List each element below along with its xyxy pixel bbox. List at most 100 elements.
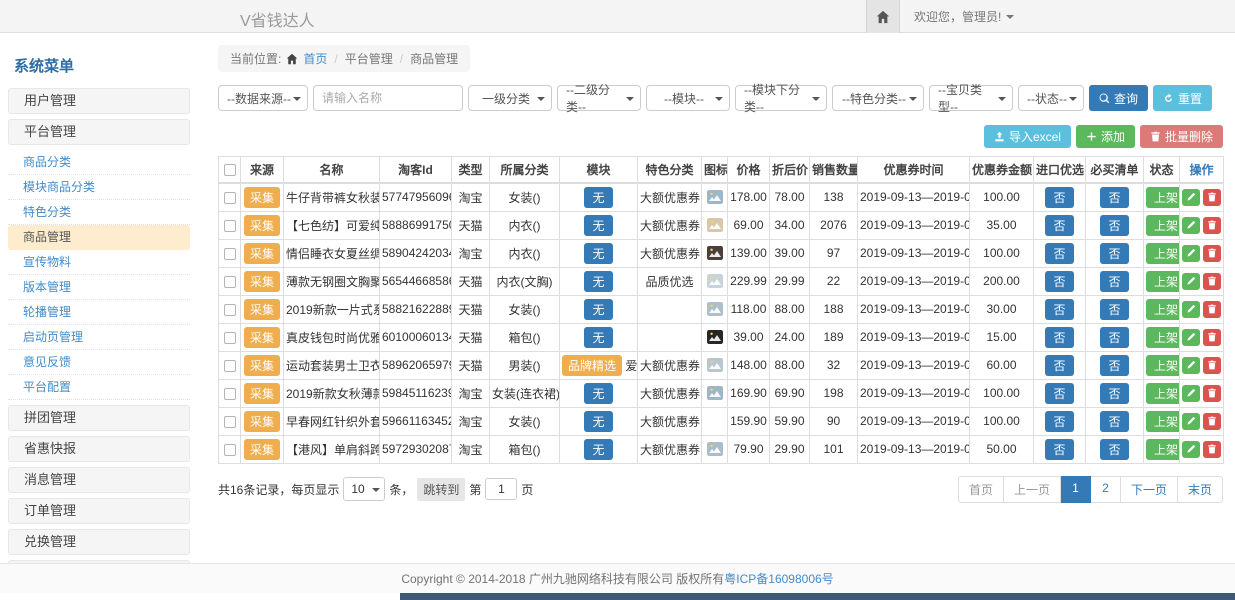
module-none-button[interactable]: 无 bbox=[584, 411, 612, 432]
home-button[interactable] bbox=[866, 0, 900, 33]
edit-button[interactable] bbox=[1182, 413, 1200, 430]
import-select-toggle[interactable]: 否 bbox=[1045, 411, 1073, 432]
module-none-button[interactable]: 无 bbox=[584, 271, 612, 292]
filter-select-模块下分类[interactable]: --模块下分类-- bbox=[735, 85, 827, 111]
row-checkbox[interactable] bbox=[224, 276, 236, 288]
row-checkbox[interactable] bbox=[224, 332, 236, 344]
delete-button[interactable] bbox=[1203, 441, 1221, 458]
status-button[interactable]: 上架 bbox=[1146, 243, 1180, 264]
import-select-toggle[interactable]: 否 bbox=[1045, 243, 1073, 264]
delete-button[interactable] bbox=[1203, 385, 1221, 402]
import-select-toggle[interactable]: 否 bbox=[1045, 215, 1073, 236]
page-button-首页[interactable]: 首页 bbox=[958, 476, 1004, 503]
delete-button[interactable] bbox=[1203, 301, 1221, 318]
search-button[interactable]: 查询 bbox=[1089, 85, 1148, 111]
edit-button[interactable] bbox=[1182, 245, 1200, 262]
import-select-toggle[interactable]: 否 bbox=[1045, 327, 1073, 348]
sidebar-item-省惠快报[interactable]: 省惠快报 bbox=[8, 436, 190, 462]
delete-button[interactable] bbox=[1203, 273, 1221, 290]
filter-select-特色分类[interactable]: --特色分类-- bbox=[832, 85, 924, 111]
delete-button[interactable] bbox=[1203, 217, 1221, 234]
sidebar-item-平台管理[interactable]: 平台管理 bbox=[8, 119, 190, 145]
row-checkbox[interactable] bbox=[224, 416, 236, 428]
filter-select-宝贝类型[interactable]: --宝贝类型-- bbox=[929, 85, 1013, 111]
import-select-toggle[interactable]: 否 bbox=[1045, 271, 1073, 292]
status-button[interactable]: 上架 bbox=[1146, 299, 1180, 320]
must-buy-toggle[interactable]: 否 bbox=[1100, 383, 1128, 404]
edit-button[interactable] bbox=[1182, 217, 1200, 234]
edit-button[interactable] bbox=[1182, 357, 1200, 374]
must-buy-toggle[interactable]: 否 bbox=[1100, 215, 1128, 236]
status-button[interactable]: 上架 bbox=[1146, 327, 1180, 348]
filter-select-模块[interactable]: --模块-- bbox=[646, 85, 730, 111]
sidebar-item-拼团管理[interactable]: 拼团管理 bbox=[8, 405, 190, 431]
import-select-toggle[interactable]: 否 bbox=[1045, 383, 1073, 404]
row-checkbox[interactable] bbox=[224, 360, 236, 372]
filter-select-状态[interactable]: --状态-- bbox=[1018, 85, 1084, 111]
reset-button[interactable]: 重置 bbox=[1153, 85, 1212, 111]
must-buy-toggle[interactable]: 否 bbox=[1100, 411, 1128, 432]
page-button-下一页[interactable]: 下一页 bbox=[1121, 476, 1178, 503]
sidebar-item-兑换管理[interactable]: 兑换管理 bbox=[8, 529, 190, 555]
filter-select-数据来源[interactable]: --数据来源-- bbox=[218, 85, 308, 111]
delete-button[interactable] bbox=[1203, 189, 1221, 206]
must-buy-toggle[interactable]: 否 bbox=[1100, 271, 1128, 292]
must-buy-toggle[interactable]: 否 bbox=[1100, 439, 1128, 460]
must-buy-toggle[interactable]: 否 bbox=[1100, 187, 1128, 208]
status-button[interactable]: 上架 bbox=[1146, 439, 1180, 460]
sidebar-item-模块商品分类[interactable]: 模块商品分类 bbox=[8, 175, 190, 200]
edit-button[interactable] bbox=[1182, 301, 1200, 318]
sidebar-item-商品分类[interactable]: 商品分类 bbox=[8, 150, 190, 175]
edit-button[interactable] bbox=[1182, 273, 1200, 290]
sidebar-item-宣传物料[interactable]: 宣传物料 bbox=[8, 250, 190, 275]
sidebar-item-启动页管理[interactable]: 启动页管理 bbox=[8, 325, 190, 350]
row-checkbox[interactable] bbox=[224, 444, 236, 456]
sidebar-item-轮播管理[interactable]: 轮播管理 bbox=[8, 300, 190, 325]
filter-select-二级分类[interactable]: --二级分类-- bbox=[557, 85, 641, 111]
delete-button[interactable] bbox=[1203, 357, 1221, 374]
must-buy-toggle[interactable]: 否 bbox=[1100, 327, 1128, 348]
sidebar-item-平台配置[interactable]: 平台配置 bbox=[8, 375, 190, 400]
sidebar-item-版本管理[interactable]: 版本管理 bbox=[8, 275, 190, 300]
edit-button[interactable] bbox=[1182, 329, 1200, 346]
add-button[interactable]: 添加 bbox=[1076, 125, 1135, 148]
delete-button[interactable] bbox=[1203, 413, 1221, 430]
must-buy-toggle[interactable]: 否 bbox=[1100, 299, 1128, 320]
delete-button[interactable] bbox=[1203, 329, 1221, 346]
module-none-button[interactable]: 无 bbox=[584, 439, 612, 460]
status-button[interactable]: 上架 bbox=[1146, 383, 1180, 404]
module-none-button[interactable]: 无 bbox=[584, 243, 612, 264]
sidebar-item-用户管理[interactable]: 用户管理 bbox=[8, 88, 190, 114]
module-none-button[interactable]: 无 bbox=[584, 215, 612, 236]
status-button[interactable]: 上架 bbox=[1146, 187, 1180, 208]
status-button[interactable]: 上架 bbox=[1146, 215, 1180, 236]
select-all-checkbox[interactable] bbox=[224, 164, 236, 176]
row-checkbox[interactable] bbox=[224, 248, 236, 260]
sidebar-item-消息管理[interactable]: 消息管理 bbox=[8, 467, 190, 493]
module-none-button[interactable]: 无 bbox=[584, 383, 612, 404]
must-buy-toggle[interactable]: 否 bbox=[1100, 243, 1128, 264]
import-select-toggle[interactable]: 否 bbox=[1045, 187, 1073, 208]
row-checkbox[interactable] bbox=[224, 304, 236, 316]
icp-link[interactable]: 粤ICP备16098006号 bbox=[724, 570, 833, 587]
row-checkbox[interactable] bbox=[224, 388, 236, 400]
sidebar-item-商品管理[interactable]: 商品管理 bbox=[8, 225, 190, 250]
module-none-button[interactable]: 无 bbox=[584, 299, 612, 320]
status-button[interactable]: 上架 bbox=[1146, 355, 1180, 376]
edit-button[interactable] bbox=[1182, 385, 1200, 402]
module-none-button[interactable]: 无 bbox=[584, 327, 612, 348]
batch-delete-button[interactable]: 批量删除 bbox=[1140, 125, 1223, 148]
per-page-select[interactable]: 10 bbox=[343, 477, 385, 501]
edit-button[interactable] bbox=[1182, 189, 1200, 206]
import-select-toggle[interactable]: 否 bbox=[1045, 299, 1073, 320]
module-none-button[interactable]: 无 bbox=[584, 187, 612, 208]
edit-button[interactable] bbox=[1182, 441, 1200, 458]
user-menu[interactable]: 欢迎您，管理员! bbox=[900, 0, 1014, 33]
import-select-toggle[interactable]: 否 bbox=[1045, 439, 1073, 460]
name-search-input[interactable] bbox=[313, 85, 463, 111]
jump-button[interactable]: 跳转到 bbox=[417, 478, 465, 501]
filter-select-一级分类[interactable]: 一级分类 bbox=[468, 85, 552, 111]
page-button-上一页[interactable]: 上一页 bbox=[1004, 476, 1061, 503]
sidebar-item-订单管理[interactable]: 订单管理 bbox=[8, 498, 190, 524]
page-button-2[interactable]: 2 bbox=[1091, 476, 1121, 503]
